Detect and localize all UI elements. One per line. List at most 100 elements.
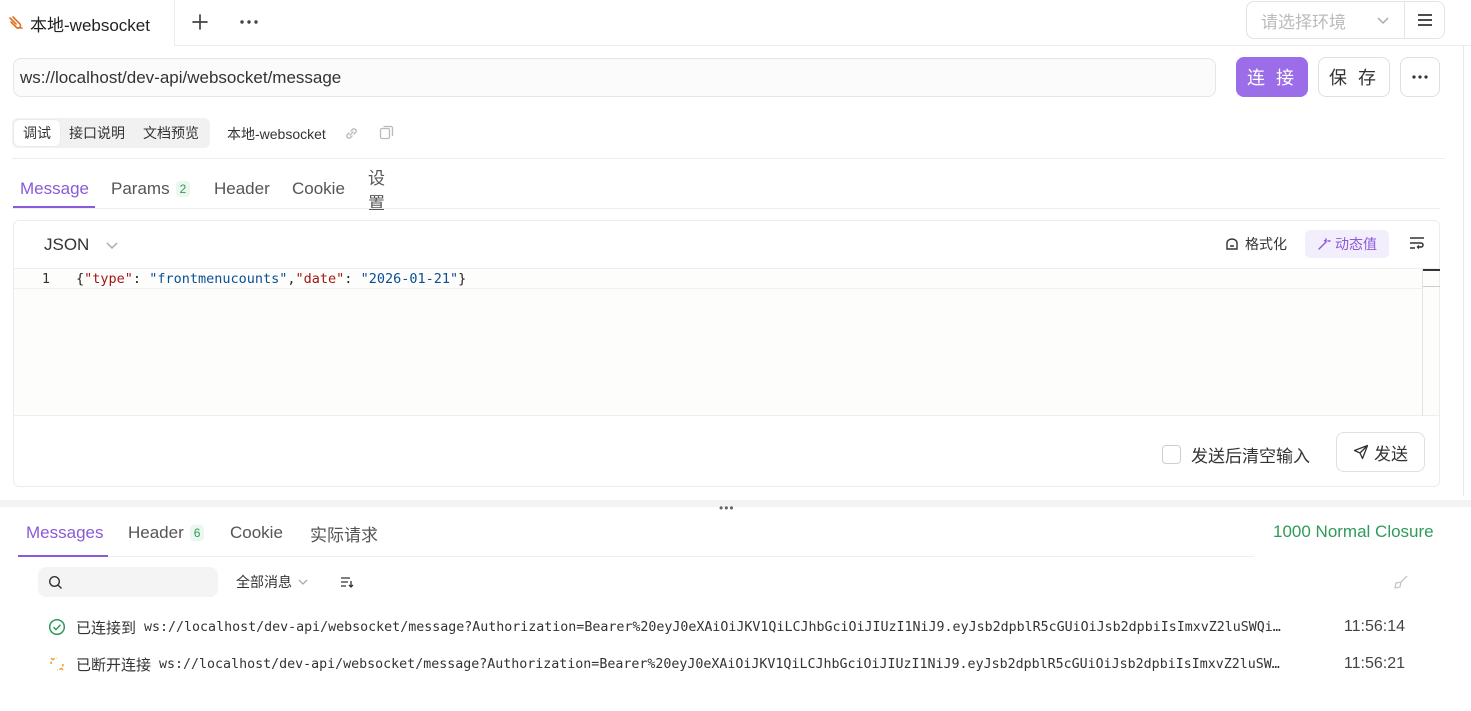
message-search-input[interactable] [38,567,218,597]
message-label: 已连接到 [76,619,137,637]
search-icon [48,575,62,589]
format-select[interactable]: JSON [44,235,119,255]
clear-after-send-label: 发送后清空输入 [1191,447,1310,466]
tab-bar: 本地-websocket 请选择环境 [0,0,1471,46]
tab-label: Cookie [230,523,283,542]
message-editor-panel: JSON 格式化 动态值 1 {"type": "frontmenucounts… [13,220,1440,487]
json-punctuation [352,271,360,287]
checkbox-box[interactable] [1162,445,1181,464]
more-actions-button[interactable] [1400,57,1440,97]
wrap-lines-icon [1410,237,1424,249]
tab-label: 设置 [368,168,385,213]
message-filter-select[interactable]: 全部消息 [236,572,309,592]
mode-debug[interactable]: 调试 [14,120,60,146]
magic-wand-icon [1318,238,1331,250]
save-button[interactable]: 保 存 [1318,57,1390,97]
url-value: ws://localhost/dev-api/websocket/message [20,67,342,87]
divider [12,208,1440,209]
code-line: 1 {"type": "frontmenucounts","date": "20… [14,269,1422,289]
wrap-lines-button[interactable] [1409,236,1425,253]
sort-icon[interactable] [340,575,354,591]
dynamic-value-button[interactable]: 动态值 [1305,230,1389,258]
message-row[interactable]: 已断开连接 ws://localhost/dev-api/websocket/m… [48,653,1418,675]
json-punctuation: , [287,270,296,287]
environment-select[interactable]: 请选择环境 [1246,1,1405,39]
tab-label: Messages [26,523,104,542]
json-key: "type" [84,270,133,287]
broken-link-icon [48,655,66,673]
json-punctuation: : [132,270,142,287]
chevron-down-icon [106,242,118,250]
message-label: 已断开连接 [76,656,152,674]
tab-label: Header [214,178,270,198]
chevron-down-icon [298,579,308,585]
mode-api-doc[interactable]: 接口说明 [60,120,134,146]
message-time: 11:56:14 [1343,618,1405,635]
count-badge: 6 [189,525,205,541]
tab-response-cookie[interactable]: Cookie [230,518,283,548]
scrollbar-thumb[interactable] [1423,269,1440,287]
ellipsis-icon [1412,75,1428,79]
json-string: "frontmenucounts" [149,270,288,287]
tab-label: Message [20,178,89,198]
json-key: "date" [295,270,345,287]
message-url: ws://localhost/dev-api/websocket/message… [159,656,1280,672]
tab-actual-request[interactable]: 实际请求 [310,518,378,548]
tab-label: Cookie [292,178,345,198]
tab-messages[interactable]: Messages [26,518,103,548]
active-tab-indicator [18,555,108,557]
json-string: "2026-01-21" [360,270,459,287]
format-icon [1226,238,1238,250]
vertical-scrollbar[interactable] [1422,269,1440,416]
mode-segmented-control: 调试 接口说明 文档预览 [12,118,210,148]
drag-handle-icon[interactable]: ••• [719,501,735,515]
send-button[interactable]: 发送 [1336,432,1425,472]
divider [12,158,1445,159]
connect-button[interactable]: 连 接 [1236,57,1308,97]
format-button-label: 格式化 [1245,236,1287,252]
line-number: 1 [41,270,50,287]
hamburger-icon [1417,14,1432,26]
tab-params[interactable]: Params 2 [111,170,191,207]
mode-doc-preview[interactable]: 文档预览 [134,120,208,146]
tab-websocket[interactable]: 本地-websocket [0,0,175,46]
format-value: JSON [44,235,90,254]
add-tab-button[interactable] [186,8,214,36]
ellipsis-icon [240,20,258,24]
link-icon[interactable] [343,125,360,145]
paper-plane-icon [1353,444,1369,460]
chevron-down-icon [1377,17,1389,25]
json-punctuation: { [76,270,85,287]
tab-settings[interactable]: 设置 [368,169,385,213]
tab-label: Params [111,178,170,198]
code-content: {"type": "frontmenucounts","date": "2026… [76,271,466,287]
check-circle-icon [48,618,66,636]
message-row[interactable]: 已连接到 ws://localhost/dev-api/websocket/me… [48,616,1418,638]
json-punctuation: } [458,270,467,287]
json-punctuation [141,271,149,287]
tab-label: 实际请求 [310,525,378,545]
copy-icon[interactable] [378,124,395,144]
filter-value: 全部消息 [236,574,292,590]
tab-cookie[interactable]: Cookie [292,170,345,207]
dynamic-value-label: 动态值 [1335,236,1377,252]
url-input[interactable]: ws://localhost/dev-api/websocket/message [13,58,1216,97]
code-editor[interactable]: 1 {"type": "frontmenucounts","date": "20… [14,268,1440,416]
tab-header[interactable]: Header [214,170,270,207]
send-label: 发送 [1374,444,1408,464]
panel-splitter[interactable]: ••• [0,500,1471,515]
tab-response-header[interactable]: Header 6 [128,518,205,548]
message-time: 11:56:21 [1343,655,1405,672]
clear-after-send-checkbox[interactable]: 发送后清空输入 [1162,442,1310,467]
format-button[interactable]: 格式化 [1224,234,1287,254]
environment-menu-button[interactable] [1404,1,1445,39]
environment-placeholder: 请选择环境 [1261,12,1346,32]
broom-icon[interactable] [1393,574,1409,593]
tab-more-button[interactable] [235,8,263,36]
plus-icon [192,14,208,30]
tab-title: 本地-websocket [30,15,150,35]
divider [18,556,1254,557]
tab-message[interactable]: Message [20,170,89,207]
message-url: ws://localhost/dev-api/websocket/message… [144,619,1281,635]
api-name: 本地-websocket [227,126,326,142]
